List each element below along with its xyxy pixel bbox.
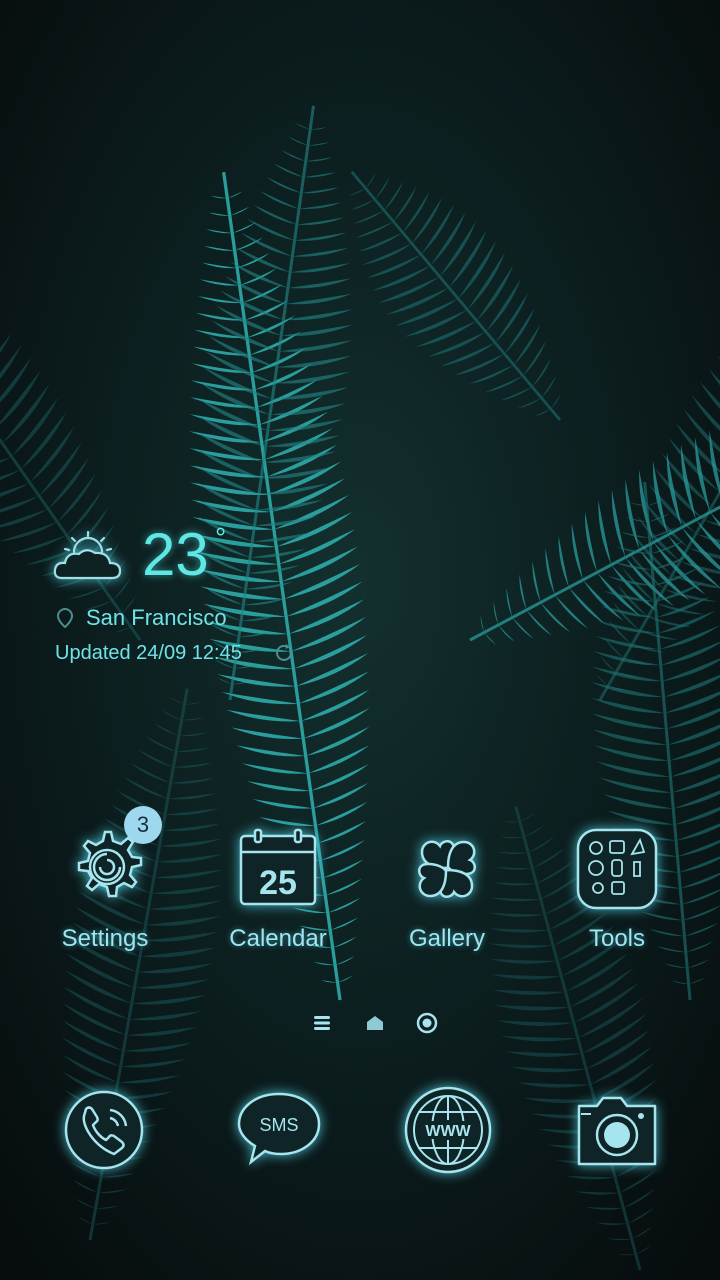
menu-page-icon	[314, 1016, 330, 1030]
sms-icon: SMS	[237, 1092, 321, 1166]
calendar-date: 25	[259, 864, 297, 902]
app-label: Calendar	[229, 925, 327, 952]
dock-browser[interactable]: WWW	[398, 1080, 498, 1180]
app-calendar[interactable]: 25 Calendar	[198, 826, 358, 966]
dock-phone[interactable]	[54, 1080, 154, 1180]
partly-cloudy-icon	[53, 530, 122, 580]
dock-camera[interactable]	[567, 1080, 667, 1180]
updated-time: Updated 24/09 12:45	[55, 642, 242, 664]
app-gallery[interactable]: Gallery	[367, 826, 527, 966]
sms-text: SMS	[259, 1115, 298, 1135]
browser-icon: WWW	[404, 1086, 492, 1174]
page-indicator[interactable]	[300, 1008, 440, 1038]
degree-symbol: °	[215, 522, 227, 553]
temperature: 23	[142, 521, 209, 588]
app-label: Gallery	[408, 925, 486, 952]
app-tools-folder[interactable]: Tools	[537, 826, 697, 966]
location-pin-icon	[56, 608, 74, 628]
www-text: WWW	[425, 1123, 471, 1140]
updated-row: Updated 24/09 12:45	[55, 640, 292, 666]
tools-folder-icon	[576, 828, 658, 910]
app-label: Settings	[61, 925, 149, 952]
camera-icon	[577, 1096, 657, 1166]
calendar-icon: 25	[239, 828, 317, 906]
clover-icon	[418, 840, 476, 898]
home-page-icon	[367, 1016, 383, 1030]
current-page-icon	[416, 1012, 438, 1034]
dock-sms[interactable]: SMS	[229, 1080, 329, 1180]
notification-badge: 3	[124, 806, 162, 844]
weather-widget[interactable]: 23 ° San Francisco Updated 24/09 12:45	[50, 520, 370, 670]
app-label: Tools	[588, 925, 646, 952]
refresh-icon[interactable]	[273, 642, 295, 664]
city-name: San Francisco	[86, 605, 227, 630]
app-settings[interactable]: Settings	[25, 826, 185, 966]
phone-icon	[64, 1090, 144, 1170]
